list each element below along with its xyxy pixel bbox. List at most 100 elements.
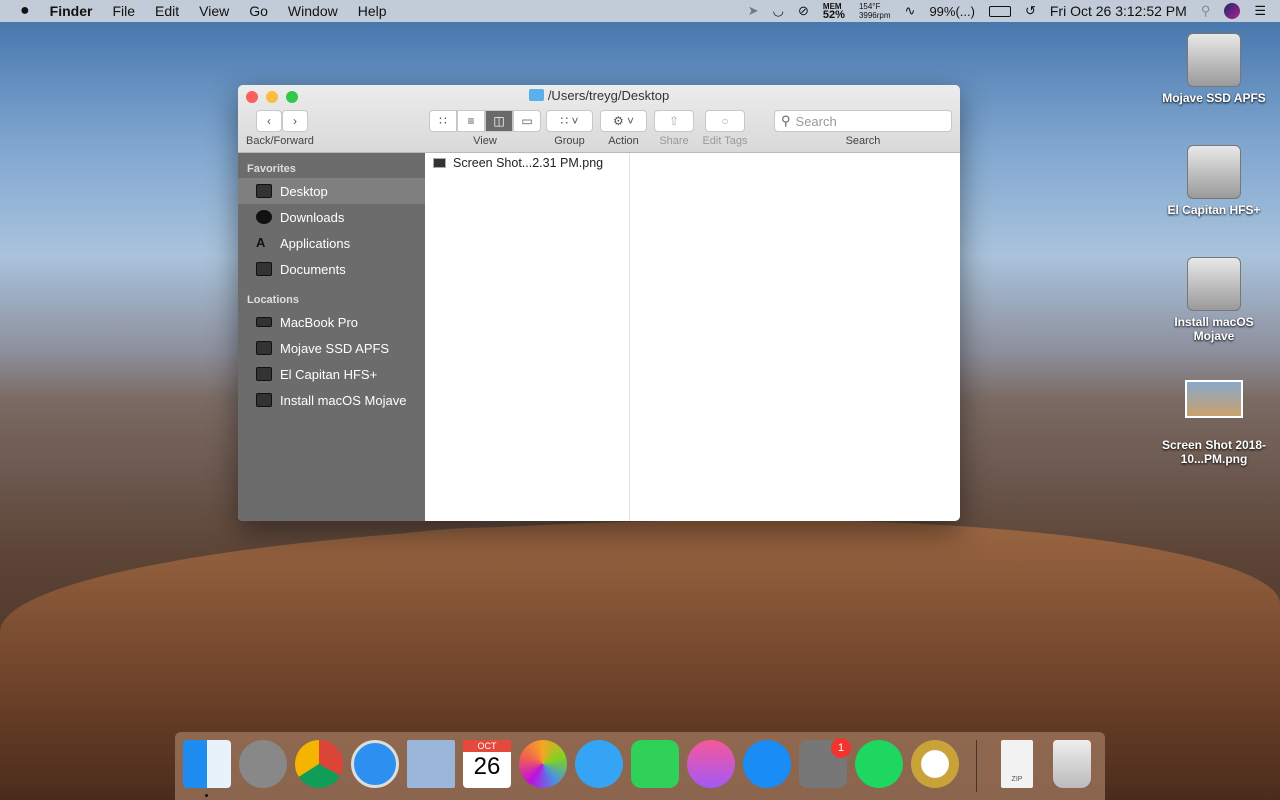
zip-label: ZIP: [1011, 776, 1023, 783]
search-placeholder: Search: [795, 113, 837, 129]
share-label: Share: [659, 135, 689, 147]
label: Install macOS Mojave: [280, 392, 407, 408]
dock-zip-file-icon[interactable]: ZIP: [1001, 740, 1033, 788]
label: Applications: [280, 235, 351, 251]
dock-messages-icon[interactable]: [575, 740, 623, 788]
dock-itunes-icon[interactable]: [687, 740, 735, 788]
group-button[interactable]: ∷ ˅: [546, 110, 593, 132]
caffeine-icon[interactable]: ◡: [773, 3, 784, 19]
siri-icon[interactable]: [1224, 3, 1241, 19]
documents-icon: [256, 262, 272, 276]
label: Install macOS Mojave: [1174, 315, 1254, 343]
label: Mojave SSD APFS: [1162, 91, 1266, 105]
label: Downloads: [280, 209, 345, 225]
drive-icon: [256, 341, 272, 355]
column-view-button[interactable]: ◫: [485, 110, 513, 132]
time-machine-icon[interactable]: ↺: [1025, 3, 1036, 19]
desktop-icon: [256, 184, 272, 198]
desktop-icon-el-capitan[interactable]: El Capitan HFS+: [1159, 145, 1269, 217]
menu-finder[interactable]: Finder: [40, 3, 103, 19]
desktop-icon-screenshot[interactable]: Screen Shot 2018-10...PM.png: [1152, 380, 1276, 466]
downloads-icon: [256, 210, 272, 224]
search-icon: ⚲: [781, 113, 791, 128]
sidebar-item-documents[interactable]: Documents: [238, 256, 425, 282]
sidebar-item-mojave-ssd[interactable]: Mojave SSD APFS: [238, 335, 425, 361]
wifi-icon[interactable]: ∿: [905, 3, 916, 19]
search-label: Search: [845, 135, 881, 147]
dock-chrome-icon[interactable]: [295, 740, 343, 788]
label: Mojave SSD APFS: [280, 340, 390, 356]
back-button[interactable]: ‹: [256, 110, 282, 132]
menu-window[interactable]: Window: [278, 3, 348, 19]
dock-time-machine-icon[interactable]: [911, 740, 959, 788]
share-button[interactable]: ⇧: [654, 110, 694, 132]
label: El Capitan HFS+: [1167, 203, 1261, 217]
dock-facetime-icon[interactable]: [631, 740, 679, 788]
desktop-icon-mojave-ssd[interactable]: Mojave SSD APFS: [1159, 33, 1269, 105]
drive-icon: [1187, 33, 1241, 87]
laptop-icon: [256, 317, 272, 327]
menu-go[interactable]: Go: [239, 3, 278, 19]
dock-spotify-icon[interactable]: [855, 740, 903, 788]
menu-bar: ● Finder File Edit View Go Window Help ➤…: [0, 0, 1280, 22]
edit-tags-button[interactable]: ○: [705, 110, 745, 132]
sidebar-item-desktop[interactable]: Desktop: [238, 178, 425, 204]
running-indicator: [205, 794, 208, 797]
image-file-icon: [433, 158, 446, 168]
dock-trash-icon[interactable]: [1053, 740, 1091, 788]
apple-menu-icon[interactable]: ●: [0, 2, 40, 20]
menu-help[interactable]: Help: [348, 3, 397, 19]
menu-file[interactable]: File: [102, 3, 145, 19]
label: Screen Shot 2018-10...PM.png: [1161, 438, 1267, 466]
label: El Capitan HFS+: [280, 366, 378, 382]
spotlight-icon[interactable]: ⚲: [1201, 3, 1211, 19]
favorites-header: Favorites: [247, 163, 296, 175]
clock[interactable]: Fri Oct 26 3:12:52 PM: [1050, 3, 1187, 19]
desktop-icon-install-mojave[interactable]: Install macOS Mojave: [1159, 257, 1269, 343]
search-field[interactable]: ⚲ Search: [774, 110, 952, 132]
menu-view[interactable]: View: [189, 3, 239, 19]
label: MacBook Pro: [280, 314, 359, 330]
sidebar-item-applications[interactable]: A Applications: [238, 230, 425, 256]
dock-calendar-icon[interactable]: OCT 26: [463, 740, 511, 788]
file-item[interactable]: Screen Shot...2.31 PM.png: [425, 153, 629, 173]
memory-status[interactable]: MEM 52%: [823, 2, 845, 21]
file-name: Screen Shot...2.31 PM.png: [453, 156, 604, 170]
icon-view-button[interactable]: ∷: [429, 110, 457, 132]
notification-badge: 1: [831, 738, 851, 758]
sidebar-item-macbook[interactable]: MacBook Pro: [238, 309, 425, 335]
location-icon[interactable]: ➤: [748, 3, 759, 19]
dock-separator: [976, 740, 977, 792]
back-forward-label: Back/Forward: [246, 135, 314, 147]
toolbar: /Users/treyg/Desktop ‹ › Back/Forward ∷ …: [238, 85, 960, 153]
drive-icon: [256, 367, 272, 381]
temp: 154°F: [858, 2, 881, 11]
dock-photos-icon[interactable]: [519, 740, 567, 788]
sidebar-item-install-mojave[interactable]: Install macOS Mojave: [238, 387, 425, 413]
forward-button[interactable]: ›: [282, 110, 308, 132]
dock-app-store-icon[interactable]: [743, 740, 791, 788]
dock-safari-icon[interactable]: [351, 740, 399, 788]
dnd-icon[interactable]: ⊘: [798, 3, 809, 19]
fan: 3996rpm: [858, 11, 891, 20]
calendar-day: 26: [473, 753, 501, 780]
sidebar-item-downloads[interactable]: Downloads: [238, 204, 425, 230]
window-title: /Users/treyg/Desktop: [238, 88, 960, 103]
menu-edit[interactable]: Edit: [145, 3, 189, 19]
dock-mail-icon[interactable]: [407, 740, 455, 788]
finder-window: /Users/treyg/Desktop ‹ › Back/Forward ∷ …: [238, 85, 960, 521]
dock-launchpad-icon[interactable]: [239, 740, 287, 788]
sidebar-item-el-capitan[interactable]: El Capitan HFS+: [238, 361, 425, 387]
notification-center-icon[interactable]: ☰: [1254, 3, 1266, 19]
list-view-button[interactable]: ≡: [457, 110, 485, 132]
dock-finder-icon[interactable]: [183, 740, 231, 788]
dock: OCT 26 ZIP: [175, 732, 1105, 800]
action-button[interactable]: ⚙ ˅: [600, 110, 647, 132]
calendar-month: OCT: [463, 740, 511, 752]
battery-icon: [988, 5, 1011, 17]
sensor-status[interactable]: 154°F 3996rpm: [859, 2, 891, 20]
folder-icon: [528, 89, 544, 101]
column-desktop: Screen Shot...2.31 PM.png: [425, 153, 630, 521]
gallery-view-button[interactable]: ▭: [513, 110, 541, 132]
battery-status[interactable]: 99%(...): [929, 4, 975, 19]
